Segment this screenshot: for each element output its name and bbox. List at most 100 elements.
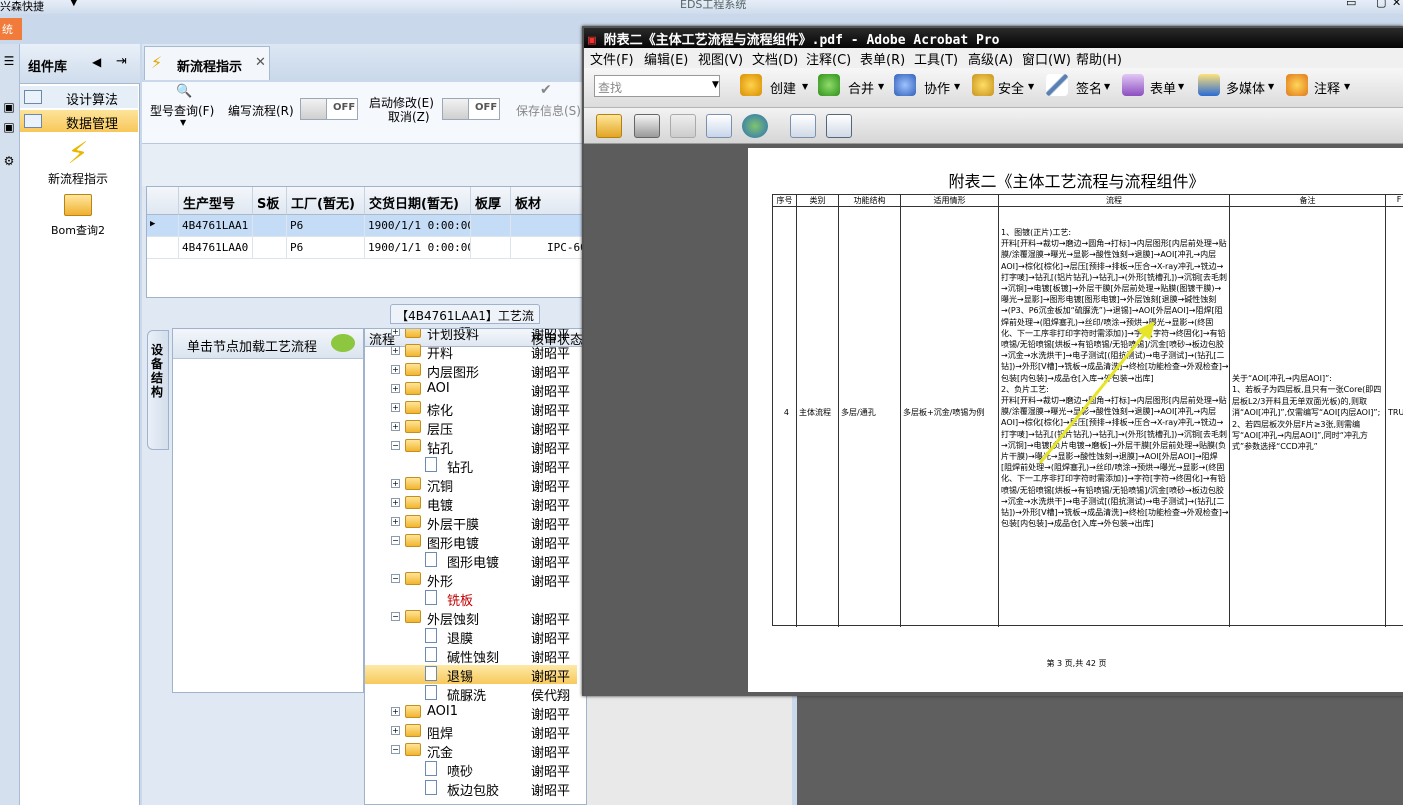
- tree-node[interactable]: +阻焊谢昭平谢昭平已上网: [365, 722, 586, 742]
- column-header[interactable]: 工厂(暂无): [287, 187, 365, 215]
- column-header[interactable]: 交货日期(暂无): [365, 187, 471, 215]
- expand-icon[interactable]: +: [391, 422, 400, 431]
- tree-node[interactable]: 图形电镀 谢昭平: [365, 551, 586, 571]
- tree-node[interactable]: +AOI1谢昭平谢昭平已上网: [365, 703, 586, 723]
- sign-button[interactable]: 签名: [1076, 78, 1102, 97]
- chevron-down-icon[interactable]: ▼: [1028, 82, 1034, 91]
- menu-icon[interactable]: ☰: [0, 54, 18, 72]
- tree-node[interactable]: + 计划投料 谢昭平: [365, 329, 586, 343]
- edit-toggle[interactable]: OFF: [442, 98, 500, 120]
- close-icon[interactable]: ✕: [1392, 0, 1401, 9]
- tree-node[interactable]: + 棕化 谢昭平: [365, 399, 586, 419]
- cell[interactable]: 4B4761LAA0: [179, 237, 253, 259]
- tree-node[interactable]: + 内层图形 谢昭平: [365, 361, 586, 381]
- expand-icon[interactable]: +: [391, 479, 400, 488]
- write-toggle[interactable]: OFF: [300, 98, 358, 120]
- chevron-down-icon[interactable]: ▼: [180, 118, 186, 127]
- tree-node[interactable]: 硫脲洗侯代翔侯代翔已上网: [365, 684, 586, 704]
- tree-node[interactable]: 铣板: [365, 589, 586, 609]
- menu-help[interactable]: 帮助(H): [1076, 49, 1122, 68]
- menu-comment[interactable]: 注释(C): [806, 49, 851, 68]
- tree-node[interactable]: − 外层蚀刻 谢昭平: [365, 608, 586, 628]
- cell[interactable]: IPC-60: [511, 237, 587, 259]
- acrobat-title-bar[interactable]: ▣ 附表二《主体工艺流程与流程组件》.pdf - Adobe Acrobat P…: [584, 28, 1403, 48]
- collaborate-button[interactable]: 协作: [924, 78, 950, 97]
- tab-new-process[interactable]: ⚡ 新流程指示 ✕: [144, 46, 270, 80]
- chevron-down-icon[interactable]: ▼: [878, 82, 884, 91]
- chevron-down-icon[interactable]: ▼: [954, 82, 960, 91]
- pin-icon[interactable]: ⇥: [116, 54, 127, 69]
- cell[interactable]: P6: [287, 237, 365, 259]
- cell[interactable]: [253, 237, 287, 259]
- expand-icon[interactable]: +: [391, 498, 400, 507]
- chevron-down-icon[interactable]: ▼: [1104, 82, 1110, 91]
- maximize-icon[interactable]: ▢: [1376, 0, 1386, 9]
- menu-design-algorithm[interactable]: 设计算法: [20, 86, 138, 108]
- cell[interactable]: 4B4761LAA1: [179, 215, 253, 237]
- cell[interactable]: [253, 215, 287, 237]
- collapse-icon[interactable]: −: [391, 441, 400, 450]
- email-icon[interactable]: [706, 114, 732, 138]
- menu-tools[interactable]: 工具(T): [914, 49, 958, 68]
- tree-node[interactable]: − 图形电镀 谢昭平: [365, 532, 586, 552]
- menu-view[interactable]: 视图(V): [698, 49, 743, 68]
- menu-edit[interactable]: 编辑(E): [644, 49, 688, 68]
- collapse-icon[interactable]: −: [391, 612, 400, 621]
- box-icon[interactable]: ▣: [0, 120, 18, 138]
- save-info-button[interactable]: 保存信息(S): [516, 102, 581, 119]
- upload-icon[interactable]: [742, 114, 768, 138]
- combine-button[interactable]: 合并: [848, 78, 874, 97]
- tree-node[interactable]: 退锡 谢昭平: [365, 665, 577, 685]
- speech-bubble-icon[interactable]: [331, 334, 355, 352]
- cell[interactable]: [511, 215, 587, 237]
- open-folder-icon[interactable]: [596, 114, 622, 138]
- tree-node[interactable]: + 层压 谢昭平: [365, 418, 586, 438]
- column-header[interactable]: 板材: [511, 187, 587, 215]
- fit-width-icon[interactable]: [790, 114, 816, 138]
- cell[interactable]: [471, 237, 511, 259]
- minimize-icon[interactable]: ▭: [1346, 0, 1356, 9]
- tree-node[interactable]: −沉金谢昭平谢昭平已上网: [365, 741, 586, 761]
- comment-button[interactable]: 注释: [1314, 78, 1340, 97]
- create-button[interactable]: 创建: [770, 78, 796, 97]
- collapse-left-icon[interactable]: ◀: [92, 55, 101, 69]
- menu-forms[interactable]: 表单(R): [860, 49, 905, 68]
- menu-advanced[interactable]: 高级(A): [968, 49, 1013, 68]
- menu-window[interactable]: 窗口(W): [1022, 49, 1071, 68]
- collapse-icon[interactable]: −: [391, 745, 400, 754]
- expand-icon[interactable]: +: [391, 384, 400, 393]
- menu-data-management[interactable]: 数据管理: [20, 110, 138, 132]
- print-icon[interactable]: [634, 114, 660, 138]
- find-input[interactable]: 查找: [594, 75, 720, 97]
- model-query-button[interactable]: 型号查询(F): [150, 102, 214, 119]
- tree-node[interactable]: + 电镀 谢昭平: [365, 494, 586, 514]
- tree-node[interactable]: − 外形 谢昭平: [365, 570, 586, 590]
- bom-query-tool[interactable]: Bom查询2: [38, 194, 118, 238]
- tree-node[interactable]: − 钻孔 谢昭平: [365, 437, 586, 457]
- expand-icon[interactable]: +: [391, 365, 400, 374]
- chevron-down-icon[interactable]: ▼: [1344, 82, 1350, 91]
- cell[interactable]: P6: [287, 215, 365, 237]
- gear-icon[interactable]: ⚙: [0, 154, 18, 172]
- column-header[interactable]: 板厚: [471, 187, 511, 215]
- cell[interactable]: [471, 215, 511, 237]
- tree-node[interactable]: + 沉铜 谢昭平: [365, 475, 586, 495]
- multimedia-button[interactable]: 多媒体: [1226, 78, 1265, 97]
- chevron-down-icon[interactable]: ▼: [712, 80, 719, 90]
- tree-node[interactable]: + 外层干膜 谢昭平: [365, 513, 586, 533]
- tree-node[interactable]: + 开料 谢昭平: [365, 342, 586, 362]
- forms-button[interactable]: 表单: [1150, 78, 1176, 97]
- side-tab-device-structure[interactable]: 设备结构: [147, 330, 169, 450]
- close-tab-icon[interactable]: ✕: [255, 55, 266, 70]
- column-header[interactable]: 生产型号: [179, 187, 253, 215]
- save-icon[interactable]: [670, 114, 696, 138]
- tree-node[interactable]: 喷砂谢昭平谢昭平已上网: [365, 760, 586, 780]
- menu-file[interactable]: 文件(F): [590, 49, 634, 68]
- secure-button[interactable]: 安全: [998, 78, 1024, 97]
- system-tab[interactable]: 统: [0, 18, 22, 40]
- column-header[interactable]: S板: [253, 187, 287, 215]
- expand-icon[interactable]: +: [391, 346, 400, 355]
- tree-node[interactable]: 钻孔 谢昭平: [365, 456, 586, 476]
- expand-icon[interactable]: +: [391, 403, 400, 412]
- tree-node[interactable]: 退膜 谢昭平: [365, 627, 586, 647]
